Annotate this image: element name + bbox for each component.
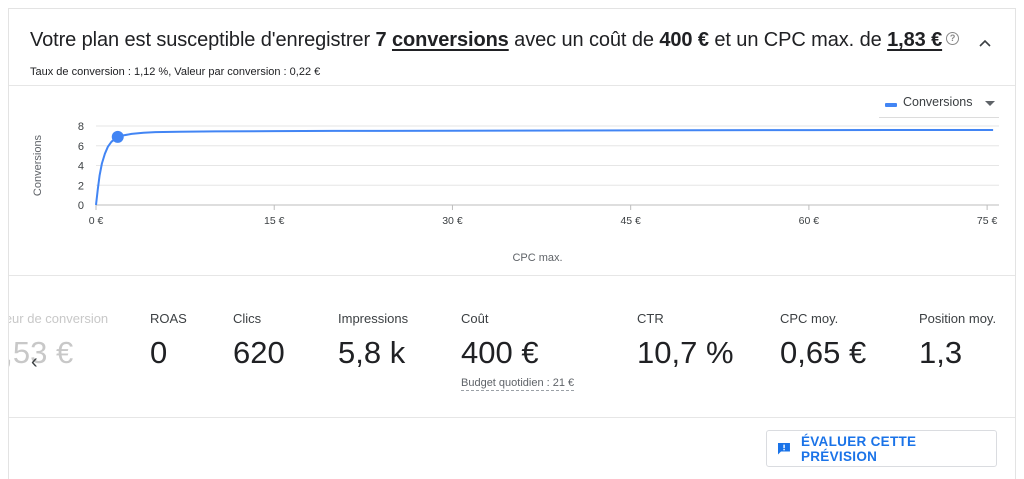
daily-budget-link[interactable]: Budget quotidien : 21 € — [461, 377, 575, 391]
x-axis-label: CPC max. — [512, 252, 562, 264]
scroll-left-icon[interactable]: ‹ — [31, 351, 38, 374]
metric-avg-cpc: CPC moy. 0,65 € — [780, 311, 866, 371]
chart-series — [95, 129, 994, 206]
metric-roas: ROAS 0 — [150, 311, 187, 371]
chart-axes: 0 2 4 6 8 0 € 15 € 30 € 45 € 60 € 75 € — [78, 121, 998, 227]
y-tick-label: 6 — [78, 141, 84, 153]
x-tick-label: 0 € — [89, 215, 104, 227]
metric-value: 0,53 € — [9, 335, 74, 370]
divider — [9, 417, 1015, 418]
y-tick-label: 2 — [78, 180, 84, 192]
y-tick-label: 4 — [78, 161, 84, 173]
selected-point-marker[interactable] — [111, 130, 124, 143]
evaluate-forecast-label: ÉVALUER CETTE PRÉVISION — [800, 433, 917, 464]
conversions-series-line — [95, 129, 994, 206]
x-tick-label: 45 € — [620, 215, 641, 227]
feedback-icon — [777, 443, 790, 455]
metric-conversion-value: Valeur de conversion 0,53 € — [9, 311, 108, 371]
x-tick-label: 75 € — [977, 215, 998, 227]
metric-value: 5,8 k — [338, 335, 406, 370]
metric-label: Coût — [461, 311, 489, 326]
x-tick-label: 15 € — [264, 215, 285, 227]
y-tick-label: 0 — [78, 200, 84, 212]
metric-label: ROAS — [150, 311, 187, 326]
metric-impressions: Impressions 5,8 k — [338, 311, 408, 371]
metric-label: CTR — [637, 311, 664, 326]
conversions-chart[interactable]: 0 2 4 6 8 0 € 15 € 30 € 45 € 60 € 75 € Conversions… — [9, 9, 1015, 279]
metric-label: CPC moy. — [780, 311, 839, 326]
y-axis-label: Conversions — [32, 134, 44, 196]
metric-value: 10,7 % — [637, 335, 734, 370]
x-tick-label: 60 € — [799, 215, 820, 227]
metric-value: 1,3 — [919, 335, 963, 370]
metric-value: 400 € — [461, 335, 539, 370]
metric-clicks: Clics 620 — [233, 311, 285, 371]
metric-label: Clics — [233, 311, 262, 326]
metric-avg-position: Position moy. 1,3 — [919, 311, 996, 371]
metric-value: 0 — [150, 335, 168, 370]
metric-cost: Coût 400 € Budget quotidien : 21 € — [461, 311, 575, 391]
metric-label: Impressions — [338, 311, 409, 326]
forecast-card: Votre plan est susceptible d'enregistrer… — [8, 8, 1016, 479]
metric-value: 0,65 € — [780, 335, 867, 370]
divider — [9, 275, 1015, 276]
metric-label: Position moy. — [919, 311, 997, 326]
y-tick-label: 8 — [78, 121, 84, 133]
metric-value: 620 — [233, 335, 285, 370]
evaluate-forecast-button[interactable]: ÉVALUER CETTE PRÉVISION — [766, 430, 997, 467]
metrics-row: Valeur de conversion 0,53 € ‹ ROAS 0 Cli… — [9, 311, 1015, 401]
metric-label: Valeur de conversion — [9, 311, 109, 326]
x-tick-label: 30 € — [442, 215, 463, 227]
metric-ctr: CTR 10,7 % — [637, 311, 734, 371]
chart-gridlines — [96, 125, 999, 206]
